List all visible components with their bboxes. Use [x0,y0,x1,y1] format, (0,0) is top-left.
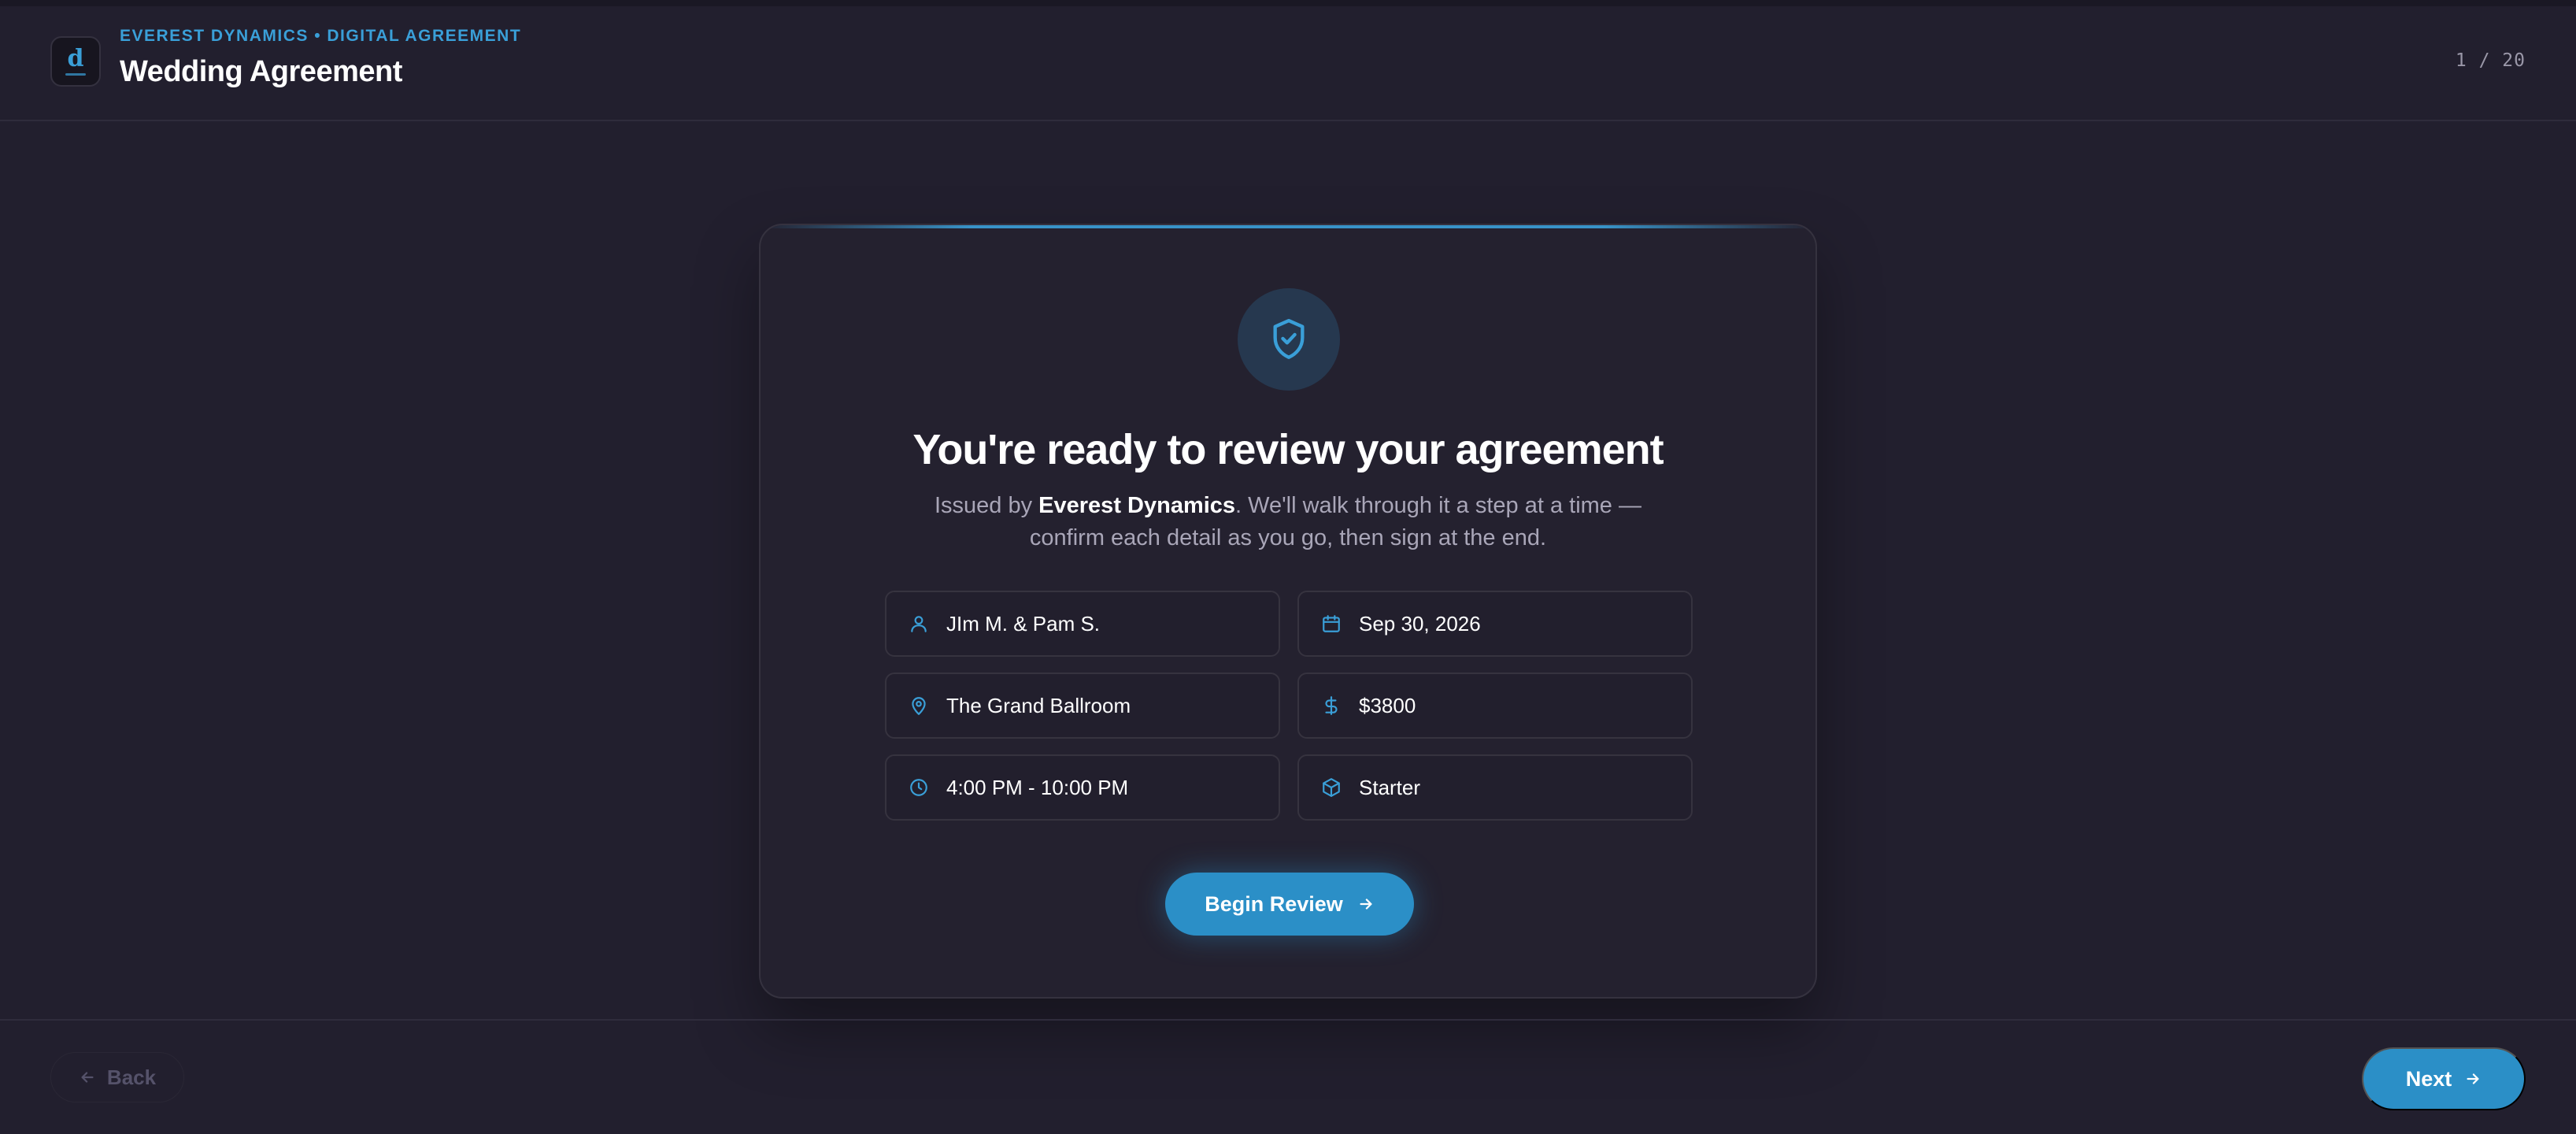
venue-field: The Grand Ballroom [885,673,1280,739]
header-eyebrow: EVEREST DYNAMICS • DIGITAL AGREEMENT [120,27,522,45]
client-names-field: JIm M. & Pam S. [885,591,1280,657]
card-subtitle: Issued by Everest Dynamics. We'll walk t… [934,493,1641,550]
next-label: Next [2405,1066,2452,1091]
step-counter: 1 / 20 [2455,50,2526,71]
arrow-right-icon [1357,895,1375,913]
back-button[interactable]: Back [50,1052,184,1102]
card-accent-line [761,225,1815,228]
card-heading: You're ready to review your agreement [912,426,1664,473]
calendar-icon [1319,612,1343,636]
next-button[interactable]: Next [2362,1047,2526,1110]
user-icon [907,612,931,636]
intro-card: You're ready to review your agreement Is… [759,224,1817,999]
time-field: 4:00 PM - 10:00 PM [885,754,1280,821]
client-names-value: JIm M. & Pam S. [946,611,1101,636]
price-value: $3800 [1359,693,1416,717]
page-title: Wedding Agreement [120,55,402,88]
clock-icon [907,776,931,799]
event-date-field: Sep 30, 2026 [1297,591,1693,657]
company-logo: d [50,36,101,87]
package-field: Starter [1297,754,1693,821]
package-value: Starter [1359,775,1421,799]
begin-review-button[interactable]: Begin Review [1165,873,1414,936]
map-pin-icon [907,694,931,717]
footer-nav: Back Next [0,1019,2576,1134]
time-value: 4:00 PM - 10:00 PM [946,775,1129,799]
arrow-left-icon [79,1069,96,1086]
price-field: $3800 [1297,673,1693,739]
issuer-name: Everest Dynamics [1038,493,1236,518]
event-date-value: Sep 30, 2026 [1359,611,1481,636]
package-icon [1319,776,1343,799]
top-bar [0,0,2576,6]
arrow-right-icon [2464,1070,2482,1088]
details-grid: JIm M. & Pam S. Sep 30, 2026 The Grand B… [885,591,1693,821]
app-header: d EVEREST DYNAMICS • DIGITAL AGREEMENT W… [0,6,2576,121]
dollar-icon [1319,694,1343,717]
back-label: Back [106,1065,157,1089]
venue-value: The Grand Ballroom [946,693,1131,717]
shield-check-icon [1238,288,1340,391]
begin-review-label: Begin Review [1205,891,1343,916]
